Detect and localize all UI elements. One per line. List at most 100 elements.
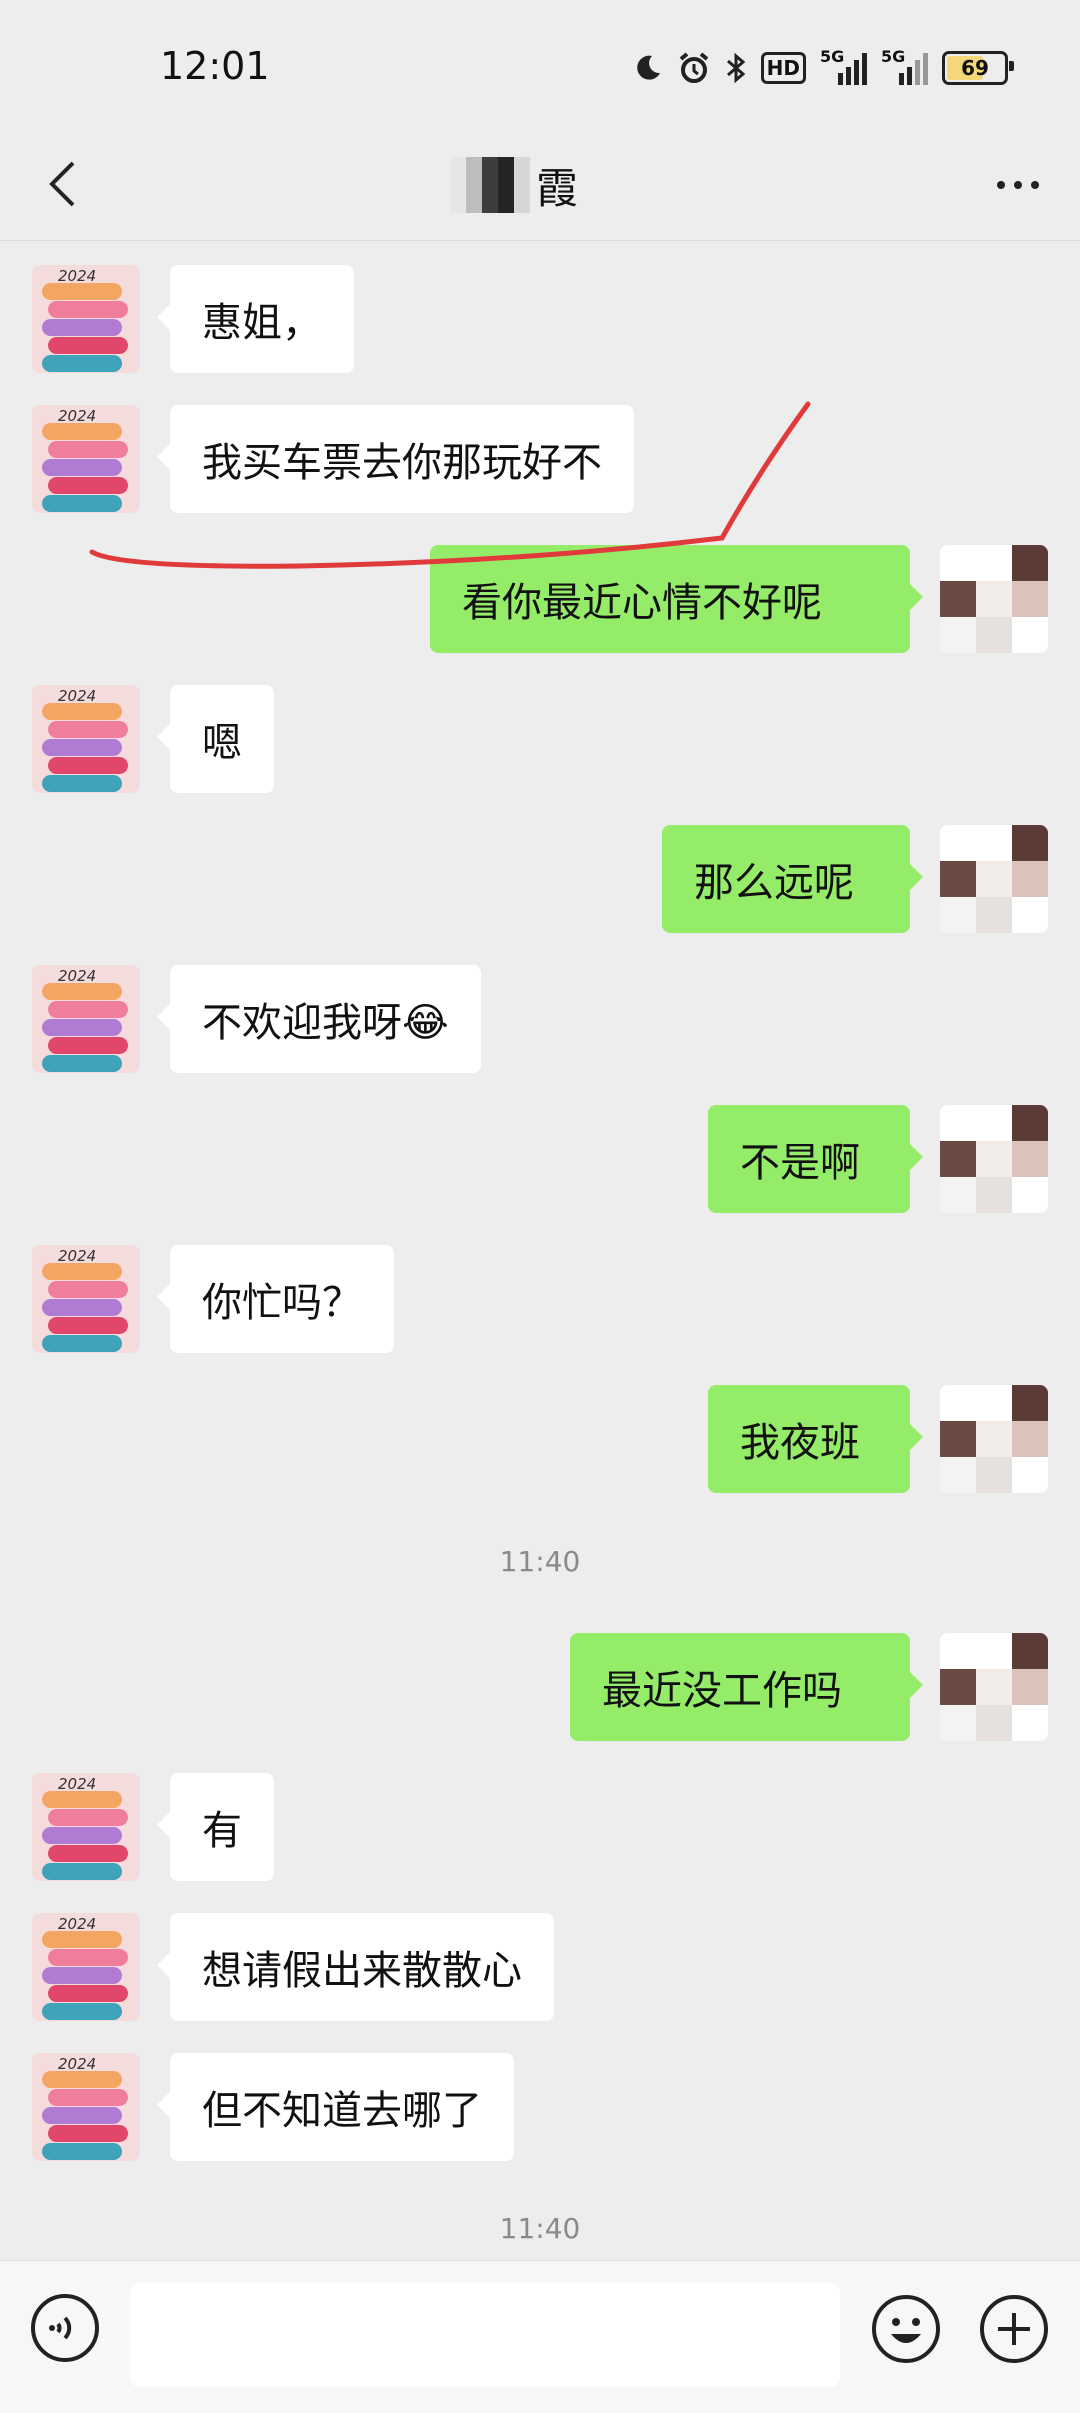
avatar-pixel [1012,1385,1048,1421]
outgoing-message-bubble[interactable]: 我夜班 [708,1385,923,1493]
chat-title-area: 霞 [450,150,578,220]
avatar-pixel [976,545,1012,581]
incoming-message-bubble[interactable]: 惠姐， [157,265,354,373]
avatar-pixel [940,1177,976,1213]
avatar-pixel [940,1705,976,1741]
avatar-band [42,1863,122,1880]
avatar-pixel [1012,617,1048,653]
avatar-pixel [1012,1705,1048,1741]
hd-badge: HD [760,52,806,84]
avatar-pixel [976,861,1012,897]
avatar-pixel [976,1105,1012,1141]
chat-title: 霞 [536,163,579,213]
avatar-band [42,1299,122,1316]
user-avatar[interactable] [940,825,1048,933]
emoji-button[interactable] [870,2293,942,2365]
plus-icon [980,2295,1048,2363]
avatar-pixel [940,617,976,653]
avatar-band [48,2125,128,2142]
user-avatar[interactable] [940,545,1048,653]
avatar-band [42,983,122,1000]
avatar-band [42,319,122,336]
avatar-band [48,1317,128,1334]
bluetooth-icon [725,52,747,84]
avatar-pixel [940,861,976,897]
emoji-icon [872,2295,940,2363]
moon-icon [633,53,663,83]
network-type-label: 5G [881,47,906,66]
incoming-message-bubble[interactable]: 嗯 [157,685,274,793]
incoming-message-bubble[interactable]: 我买车票去你那玩好不 [157,405,634,513]
avatar-pixel [940,581,976,617]
contact-avatar[interactable]: 2024 [32,1913,140,2021]
avatar-pixel [976,825,1012,861]
voice-button[interactable] [30,2293,100,2363]
contact-avatar[interactable]: 2024 [32,2053,140,2161]
avatar-pixel [1012,1105,1048,1141]
avatar-pixel [940,1421,976,1457]
avatar-pixel [976,1457,1012,1493]
contact-avatar[interactable]: 2024 [32,1245,140,1353]
avatar-band [48,757,128,774]
avatar-band [48,301,128,318]
user-avatar[interactable] [940,1105,1048,1213]
avatar-band [42,703,122,720]
signal-5g-1-icon: 5G [820,47,867,85]
avatar-pixel [940,1457,976,1493]
avatar-pixel [976,1705,1012,1741]
avatar-band [42,775,122,792]
avatar-band [42,739,122,756]
message-input[interactable] [130,2283,840,2387]
avatar-pixel [940,1105,976,1141]
avatar-band [42,1967,122,1984]
incoming-message-bubble[interactable]: 不欢迎我呀😂 [157,965,481,1073]
contact-avatar[interactable]: 2024 [32,1773,140,1881]
outgoing-message-bubble[interactable]: 那么远呢 [662,825,923,933]
avatar-band [48,1845,128,1862]
status-bar: 12:01 HD 5G 5G 69 [0,0,1080,130]
chevron-left-icon [49,161,75,207]
incoming-message-bubble[interactable]: 想请假出来散散心 [157,1913,554,2021]
input-bar [0,2260,1080,2413]
plus-button[interactable] [978,2293,1050,2365]
avatar-band [42,459,122,476]
battery-percent: 69 [961,56,989,80]
voice-icon [31,2294,99,2362]
avatar-pixel [1012,1669,1048,1705]
outgoing-message-bubble[interactable]: 最近没工作吗 [570,1633,923,1741]
contact-avatar[interactable]: 2024 [32,685,140,793]
avatar-pixel [976,581,1012,617]
outgoing-message-bubble[interactable]: 看你最近心情不好呢 [430,545,923,653]
more-button[interactable] [988,160,1048,210]
avatar-band [48,1949,128,1966]
avatar-band [42,1791,122,1808]
contact-avatar[interactable]: 2024 [32,965,140,1073]
incoming-message-bubble[interactable]: 你忙吗？ [157,1245,394,1353]
avatar-pixel [1012,861,1048,897]
avatar-pixel [976,897,1012,933]
avatar-pixel [1012,825,1048,861]
contact-avatar[interactable]: 2024 [32,405,140,513]
user-avatar[interactable] [940,1385,1048,1493]
avatar-band [42,1263,122,1280]
back-button[interactable] [32,154,92,214]
avatar-pixel [940,1633,976,1669]
avatar-band [42,355,122,372]
avatar-pixel [976,1421,1012,1457]
avatar-pixel [1012,1421,1048,1457]
avatar-band [42,2107,122,2124]
blurred-name [450,157,530,213]
chat-header: 霞 [0,130,1080,241]
avatar-pixel [940,897,976,933]
incoming-message-bubble[interactable]: 有 [157,1773,274,1881]
incoming-message-bubble[interactable]: 但不知道去哪了 [157,2053,514,2161]
user-avatar[interactable] [940,1633,1048,1741]
avatar-band [48,1809,128,1826]
avatar-band [48,1001,128,1018]
avatar-band [42,1335,122,1352]
avatar-pixel [1012,1457,1048,1493]
avatar-band [48,477,128,494]
network-type-label: 5G [820,47,845,66]
contact-avatar[interactable]: 2024 [32,265,140,373]
outgoing-message-bubble[interactable]: 不是啊 [708,1105,923,1213]
